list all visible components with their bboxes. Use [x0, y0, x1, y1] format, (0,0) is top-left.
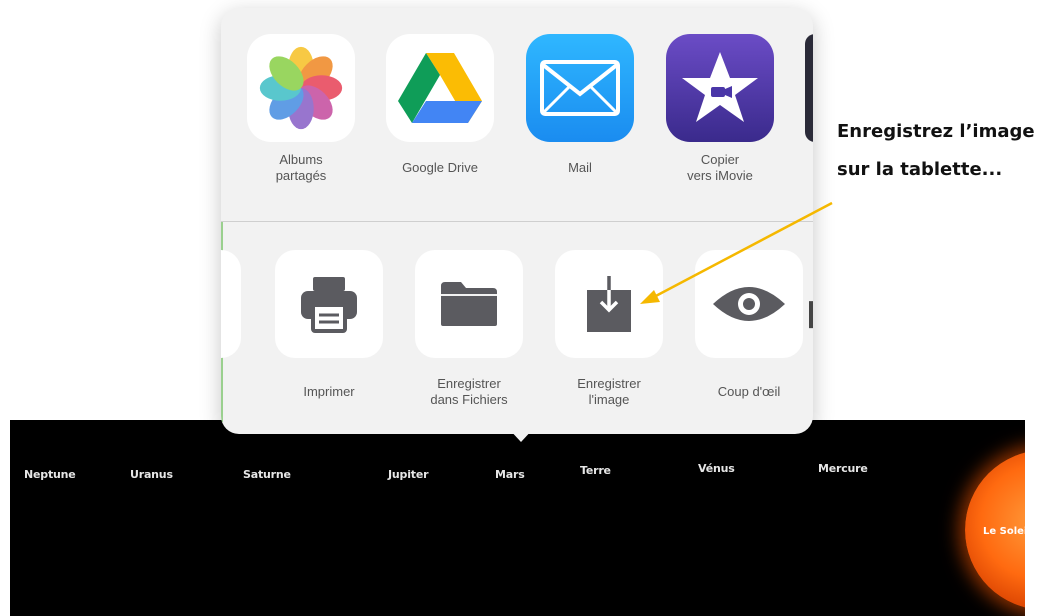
photos-icon [247, 34, 355, 142]
share-app-label: Copier vers iMovie [687, 152, 753, 183]
annotation-text: Enregistrez l’image sur la tablette... [837, 113, 1035, 189]
save-image-icon [555, 250, 663, 358]
share-action-label: Imprimer [303, 384, 355, 399]
share-app-label: Albums partagés [275, 152, 327, 183]
share-action-label: Enregistrer l'image [577, 376, 641, 407]
annotation-line-2: sur la tablette... [837, 159, 1003, 180]
share-action-label: Enregistrer dans Fichiers [430, 376, 508, 407]
planet-label-jupiter: Jupiter [388, 468, 429, 481]
share-app-shared-albums[interactable]: Albums partagés [245, 34, 357, 184]
folder-icon [415, 250, 523, 358]
planet-label-saturne: Saturne [243, 468, 291, 481]
planet-label-terre: Terre [580, 464, 611, 477]
share-app-mail[interactable]: Mail [524, 34, 636, 176]
share-app-partial[interactable] [805, 34, 813, 142]
share-action-save-image[interactable]: Enregistrer l'image [553, 250, 665, 408]
share-app-label: Google Drive [402, 160, 478, 175]
more-dots-icon: ▌▌⋮ [809, 302, 813, 336]
sheet-pointer [508, 428, 534, 442]
share-action-quick-look[interactable]: Coup d'œil [693, 250, 805, 400]
sun-label: Le Soleil [983, 526, 1025, 537]
google-drive-icon [386, 34, 494, 142]
planet-label-mars: Mars [495, 468, 525, 481]
share-sheet: Albums partagés Google Drive Mail Copier… [221, 8, 813, 434]
share-action-label: Coup d'œil [717, 384, 781, 399]
planet-label-venus: Vénus [698, 462, 735, 475]
share-app-imovie[interactable]: Copier vers iMovie [664, 34, 776, 184]
share-app-label: Mail [568, 160, 592, 175]
share-action-save-to-files[interactable]: Enregistrer dans Fichiers [413, 250, 525, 408]
share-action-print[interactable]: Imprimer [273, 250, 385, 400]
planet-label-mercure: Mercure [818, 462, 868, 475]
imovie-icon [666, 34, 774, 142]
sun: Le Soleil [965, 450, 1025, 610]
planet-label-uranus: Uranus [130, 468, 173, 481]
mail-icon [526, 34, 634, 142]
planet-label-neptune: Neptune [24, 468, 76, 481]
sheet-divider [221, 221, 813, 222]
annotation-line-1: Enregistrez l’image [837, 121, 1035, 142]
share-action-partial[interactable] [221, 250, 241, 358]
eye-icon [695, 250, 803, 358]
share-app-google-drive[interactable]: Google Drive [384, 34, 496, 176]
printer-icon [275, 250, 383, 358]
solar-system-image: Neptune Uranus Saturne Jupiter Mars Terr… [10, 420, 1025, 616]
